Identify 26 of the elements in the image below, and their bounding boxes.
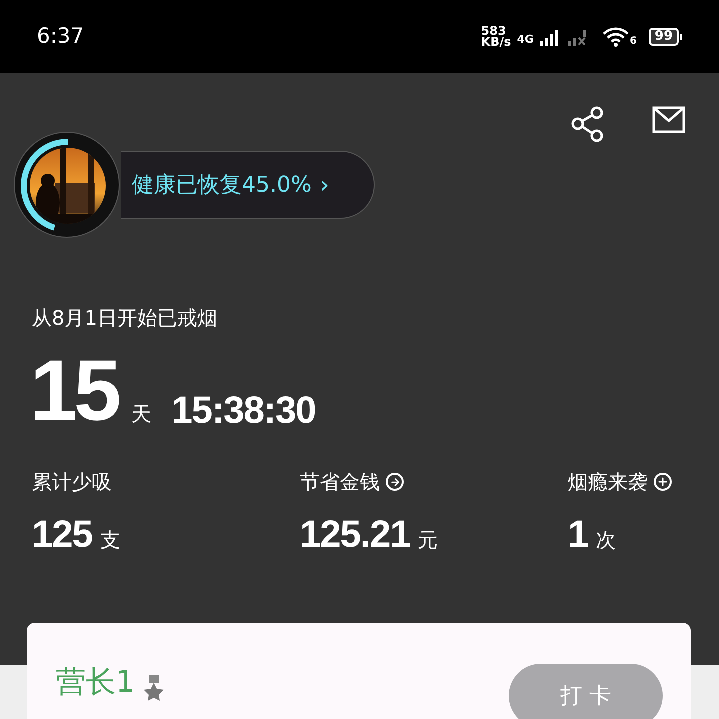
share-icon[interactable] [570, 106, 606, 142]
stat-unit: 元 [418, 527, 438, 554]
battery: 99 [648, 28, 679, 46]
days-unit: 天 [132, 401, 152, 428]
wifi-standard-label: 6 [630, 36, 637, 46]
quit-since-text: 从8月1日开始已戒烟 [32, 305, 218, 332]
stat-value: 125 [32, 515, 92, 555]
stat-value: 125.21 [300, 515, 410, 555]
plus-icon[interactable] [654, 473, 672, 491]
elapsed-time: 15:38:30 [172, 391, 316, 431]
card-title: 营长1 [56, 665, 136, 701]
stat-label: 节省金钱 [300, 469, 380, 496]
mail-icon[interactable] [652, 106, 686, 134]
network-speed: 583 [481, 26, 506, 36]
stat-label: 累计少吸 [32, 469, 112, 496]
stat-unit: 次 [596, 527, 616, 554]
days-count: 15 [30, 351, 118, 431]
speed-unit: KB/s [481, 36, 512, 48]
wifi-icon [602, 26, 630, 46]
stat-unit: 支 [100, 527, 120, 554]
health-pill[interactable]: 健康已恢复45.0% › [121, 151, 375, 219]
medal-icon [143, 675, 166, 701]
network-type: 4G [517, 32, 534, 48]
clock: 6:37 [37, 22, 84, 50]
stat-label: 烟瘾来袭 [568, 469, 648, 496]
stat-value: 1 [568, 515, 588, 555]
